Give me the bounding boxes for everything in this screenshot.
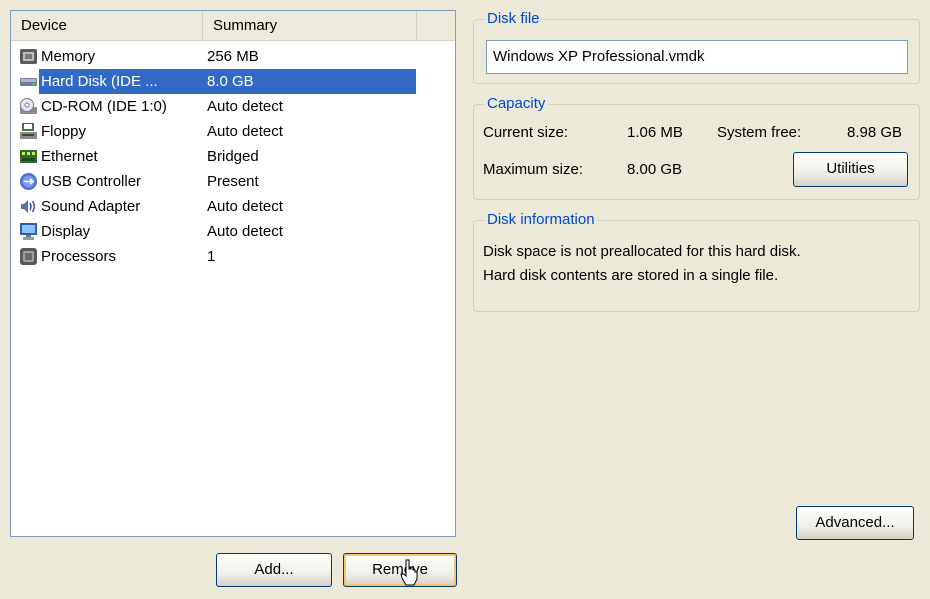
capacity-group: Capacity Current size: 1.06 MB System fr… <box>473 95 920 200</box>
device-summary: 8.0 GB <box>207 73 254 90</box>
current-size-value: 1.06 MB <box>627 124 683 141</box>
add-button[interactable]: Add... <box>216 553 332 587</box>
floppy-icon <box>19 122 38 141</box>
maximum-size-label: Maximum size: <box>483 161 584 178</box>
device-row-hard-disk[interactable]: Hard Disk (IDE ... 8.0 GB <box>13 69 416 94</box>
utilities-button[interactable]: Utilities <box>793 152 908 187</box>
column-header-device[interactable]: Device <box>11 11 203 41</box>
maximum-size-value: 8.00 GB <box>627 161 683 178</box>
device-row-memory[interactable]: Memory 256 MB <box>13 44 415 69</box>
advanced-button[interactable]: Advanced... <box>796 506 914 540</box>
current-size-label: Current size: <box>483 124 569 141</box>
device-name: USB Controller <box>41 173 142 190</box>
column-header-summary[interactable]: Summary <box>203 11 417 41</box>
sound-icon <box>19 197 38 216</box>
device-row-display[interactable]: Display Auto detect <box>13 219 415 244</box>
device-summary: Auto detect <box>207 198 283 215</box>
capacity-legend: Capacity <box>484 95 549 113</box>
device-row-sound-adapter[interactable]: Sound Adapter Auto detect <box>13 194 415 219</box>
column-header-filler <box>417 11 455 41</box>
device-row-usb-controller[interactable]: USB Controller Present <box>13 169 415 194</box>
ethernet-icon <box>19 147 38 166</box>
memory-icon <box>19 47 38 66</box>
disk-file-group: Disk file Windows XP Professional.vmdk <box>473 10 920 84</box>
device-row-ethernet[interactable]: Ethernet Bridged <box>13 144 415 169</box>
processor-icon <box>19 247 38 266</box>
device-name: Sound Adapter <box>41 198 141 215</box>
system-free-value: 8.98 GB <box>847 124 903 141</box>
device-name: Hard Disk (IDE ... <box>41 73 158 90</box>
usb-icon <box>19 172 38 191</box>
device-row-processors[interactable]: Processors 1 <box>13 244 415 269</box>
disk-information-group: Disk information Disk space is not preal… <box>473 211 920 312</box>
device-name: Processors <box>41 248 117 265</box>
device-name: Ethernet <box>41 148 98 165</box>
device-summary: Auto detect <box>207 123 283 140</box>
device-name: Memory <box>41 48 96 65</box>
disk-file-field[interactable]: Windows XP Professional.vmdk <box>486 40 908 74</box>
device-name: Floppy <box>41 123 87 140</box>
device-summary: 256 MB <box>207 48 259 65</box>
device-summary: Auto detect <box>207 223 283 240</box>
device-row-cd-rom[interactable]: CD-ROM (IDE 1:0) Auto detect <box>13 94 415 119</box>
disk-info-line-2: Hard disk contents are stored in a singl… <box>483 267 779 284</box>
display-icon <box>19 222 38 241</box>
system-free-label: System free: <box>717 124 802 141</box>
disk-info-line-1: Disk space is not preallocated for this … <box>483 243 801 260</box>
device-row-floppy[interactable]: Floppy Auto detect <box>13 119 415 144</box>
device-list[interactable]: Device Summary Memory 256 MB Hard Disk (… <box>10 10 456 537</box>
device-summary: Present <box>207 173 259 190</box>
device-name: Display <box>41 223 91 240</box>
device-name: CD-ROM (IDE 1:0) <box>41 98 167 115</box>
device-summary: Auto detect <box>207 98 283 115</box>
device-summary: Bridged <box>207 148 259 165</box>
cd-rom-icon <box>19 97 38 116</box>
hard-disk-icon <box>19 72 38 91</box>
disk-file-legend: Disk file <box>484 10 543 28</box>
hand-cursor-icon <box>400 559 418 587</box>
disk-information-legend: Disk information <box>484 211 598 229</box>
device-summary: 1 <box>207 248 216 265</box>
